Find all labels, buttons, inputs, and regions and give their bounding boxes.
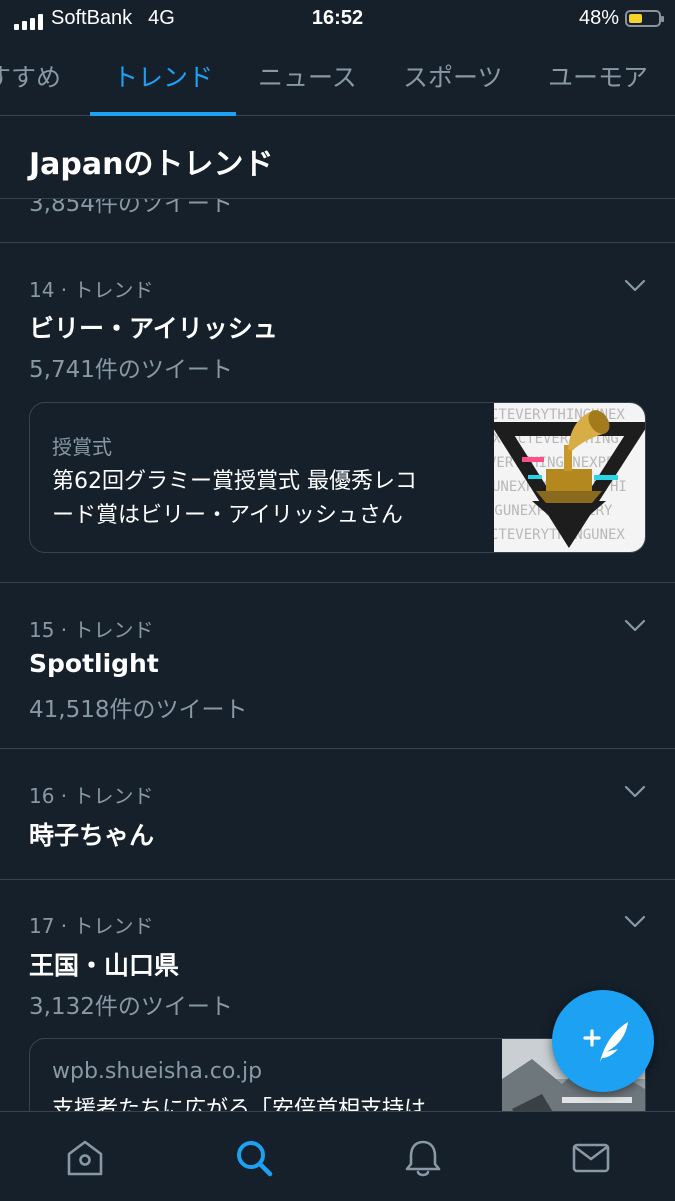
- chevron-down-icon[interactable]: [624, 619, 646, 633]
- trend-name: Spotlight: [29, 649, 159, 678]
- news-card[interactable]: 授賞式 第62回グラミー賞授賞式 最優秀レコ ード賞はビリー・アイリッシュさん …: [29, 402, 646, 553]
- tab-recommended[interactable]: すすめ: [0, 58, 61, 94]
- card-headline-line-2: ード賞はビリー・アイリッシュさん: [52, 503, 403, 528]
- mail-icon[interactable]: [569, 1136, 613, 1180]
- compose-tweet-button[interactable]: [552, 990, 654, 1092]
- section-header: Japanのトレンド: [0, 116, 675, 199]
- trend-name: 時子ちゃん: [29, 821, 155, 850]
- tweet-count: 3,132件のツイート: [29, 994, 233, 1020]
- divider: [0, 582, 675, 583]
- compose-tweet-icon: [583, 1022, 628, 1062]
- bottom-nav: [0, 1111, 675, 1201]
- explore-tabs: すすめ トレンド ニュース スポーツ ユーモア: [0, 38, 675, 116]
- tab-sports[interactable]: スポーツ: [403, 58, 503, 94]
- search-icon[interactable]: [232, 1136, 276, 1180]
- bell-icon[interactable]: [401, 1136, 445, 1180]
- battery-icon: [625, 10, 664, 27]
- trend-rank: 14 · トレンド: [29, 278, 154, 302]
- tweet-count: 5,741件のツイート: [29, 357, 233, 383]
- divider: [0, 242, 675, 243]
- divider: [0, 879, 675, 880]
- tweet-count: 41,518件のツイート: [29, 697, 248, 723]
- chevron-down-icon[interactable]: [624, 785, 646, 799]
- divider: [0, 748, 675, 749]
- trend-rank: 17 · トレンド: [29, 914, 154, 938]
- trend-name: 王国・山口県: [29, 951, 180, 980]
- card-domain: wpb.shueisha.co.jp: [52, 1059, 263, 1084]
- trend-rank: 16 · トレンド: [29, 784, 154, 808]
- card-headline-line-1: 第62回グラミー賞授賞式 最優秀レコ: [52, 469, 417, 494]
- card-label: 授賞式: [52, 435, 112, 459]
- home-icon[interactable]: [63, 1136, 107, 1180]
- grammy-thumbnail: CTEVERYTHINGUNEX EXPECTEVERYTHING VERYTH…: [494, 403, 645, 552]
- trend-name: ビリー・アイリッシュ: [29, 314, 278, 343]
- chevron-down-icon[interactable]: [624, 915, 646, 929]
- battery-percent: 48%: [578, 7, 619, 29]
- chevron-down-icon[interactable]: [624, 279, 646, 293]
- trend-rank: 15 · トレンド: [29, 618, 154, 642]
- clock: 16:52: [311, 7, 364, 29]
- tab-news[interactable]: ニュース: [258, 58, 357, 94]
- status-bar: SoftBank 4G 16:52 48%: [0, 0, 675, 38]
- section-title: Japanのトレンド: [29, 147, 274, 182]
- tab-humor[interactable]: ユーモア: [548, 58, 648, 94]
- tab-trends[interactable]: トレンド: [113, 58, 213, 94]
